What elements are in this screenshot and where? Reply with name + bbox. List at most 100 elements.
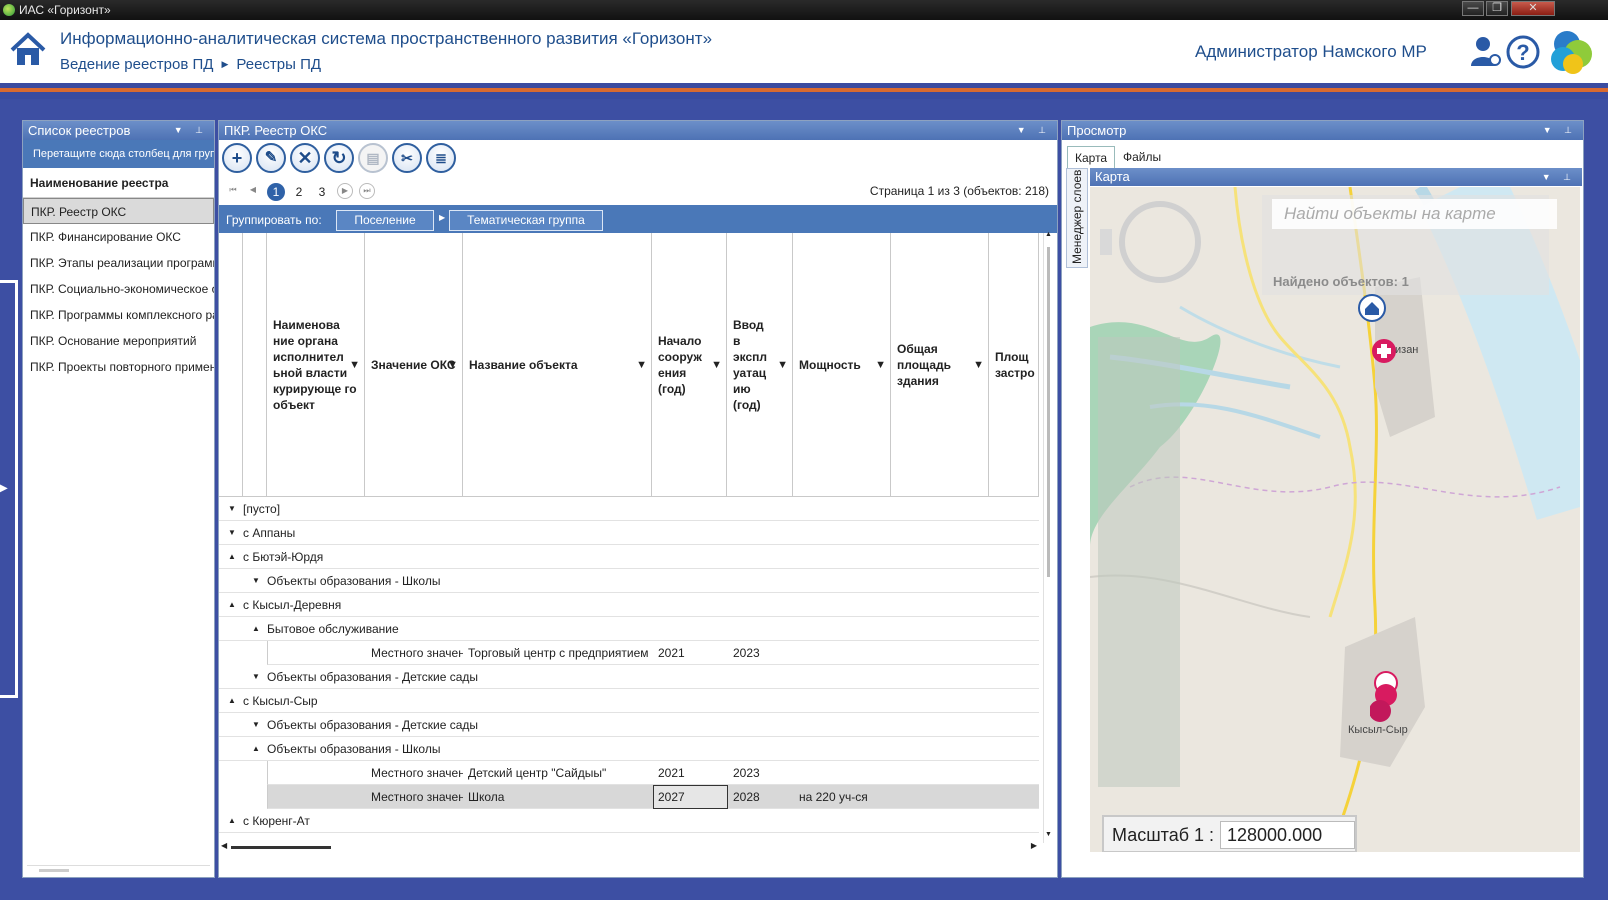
panel-pin-icon[interactable]: ▼ ⊥ <box>174 121 208 140</box>
table-row-selected[interactable]: Местного значения Школа 2027 2028 на 220… <box>267 785 1039 809</box>
map-canvas[interactable]: Найти объекты на карте Найдено объектов:… <box>1090 187 1580 852</box>
found-objects-count: Найдено объектов: 1 <box>1273 274 1409 289</box>
group-row[interactable]: ▲ с Кюренг-Ат <box>219 809 1039 833</box>
table-row[interactable]: Местного значения Детский центр "Сайдыы"… <box>267 761 1039 785</box>
edit-button[interactable]: ✎ <box>256 143 286 173</box>
page-3-button[interactable]: 3 <box>313 183 331 201</box>
map-search-input[interactable]: Найти объекты на карте <box>1272 199 1557 229</box>
refresh-button[interactable]: ↻ <box>324 143 354 173</box>
panel-pin-icon[interactable]: ▼ ⊥ <box>1542 168 1576 186</box>
filter-icon[interactable]: ▼ <box>875 357 886 373</box>
collapse-toggle-icon[interactable]: ▲ <box>252 617 260 641</box>
close-window-button[interactable]: ✕ <box>1511 1 1555 16</box>
registry-name-column-header[interactable]: Наименование реестра <box>23 168 214 198</box>
cut-button[interactable]: ✂ <box>392 143 422 173</box>
collapse-toggle-icon[interactable]: ▲ <box>228 545 236 569</box>
scale-label: Масштаб 1 : <box>1112 825 1215 845</box>
page-2-button[interactable]: 2 <box>290 183 308 201</box>
filter-icon[interactable]: ▼ <box>711 357 722 373</box>
column-header-commission-year[interactable]: Ввод в экспл уатац ию (год) ▼ <box>727 233 793 497</box>
collapse-toggle-icon[interactable]: ▲ <box>228 809 236 833</box>
collapse-toggle-icon[interactable]: ▼ <box>252 569 260 593</box>
maximize-button[interactable]: ❐ <box>1486 1 1508 16</box>
layer-manager-tab[interactable]: Менеджер слоев <box>1066 168 1088 268</box>
column-header-total-area[interactable]: Общая площадь здания ▼ <box>891 233 989 497</box>
collapse-toggle-icon[interactable]: ▲ <box>252 737 260 761</box>
scale-input[interactable]: 128000.000 <box>1220 821 1355 849</box>
school-marker-icon[interactable] <box>1357 293 1387 323</box>
panel-pin-icon[interactable]: ▼ ⊥ <box>1543 121 1577 140</box>
registry-item[interactable]: ПКР. Финансирование ОКС <box>23 224 214 250</box>
registry-item[interactable]: ПКР. Проекты повторного применения <box>23 354 214 380</box>
filter-icon[interactable]: ▼ <box>447 357 458 373</box>
tab-files[interactable]: Файлы <box>1116 146 1168 168</box>
registry-item[interactable]: ПКР. Основание мероприятий <box>23 328 214 354</box>
collapse-toggle-icon[interactable]: ▼ <box>252 665 260 689</box>
next-page-icon[interactable]: ▶ <box>337 183 353 199</box>
education-marker-icon[interactable] <box>1370 671 1400 725</box>
prev-page-icon[interactable]: ◀ <box>245 183 261 199</box>
header-stripe <box>0 83 1608 99</box>
window-title: ИАС «Горизонт» <box>19 3 111 17</box>
group-row[interactable]: ▲ с Кысыл-Деревня <box>219 593 1039 617</box>
column-header-object-name[interactable]: Название объекта ▼ <box>463 233 652 497</box>
breadcrumb-item-registries[interactable]: Ведение реестров ПД <box>60 56 213 73</box>
group-row[interactable]: ▲ с Бютэй-Юрдя <box>219 545 1039 569</box>
column-header-authority[interactable]: Наименова ние органа исполнител ьной вла… <box>267 233 365 497</box>
registry-item[interactable]: ПКР. Этапы реализации программ <box>23 250 214 276</box>
registry-item[interactable]: ПКР. Программы комплексного развития <box>23 302 214 328</box>
group-indent-column <box>243 233 267 497</box>
subgroup-row[interactable]: ▼ Объекты образования - Детские сады <box>219 665 1039 689</box>
group-chip-theme[interactable]: Тематическая группа <box>449 210 603 231</box>
registry-item[interactable]: ПКР. Реестр ОКС <box>23 198 214 224</box>
column-header-capacity[interactable]: Мощность ▼ <box>793 233 891 497</box>
expand-arrow-icon[interactable]: ▶ <box>0 479 8 496</box>
help-icon[interactable]: ? <box>1505 34 1541 70</box>
group-chip-settlement[interactable]: Поселение <box>336 210 434 231</box>
cell-object-name: Детский центр "Сайдыы" <box>468 766 607 780</box>
column-header-start-year[interactable]: Начало сооруж ения (год) ▼ <box>652 233 727 497</box>
registry-item[interactable]: ПКР. Социально-экономическое обоснование <box>23 276 214 302</box>
subgroup-row[interactable]: ▲ Объекты образования - Школы <box>219 737 1039 761</box>
column-header-oks-value[interactable]: Значение ОКС ▼ <box>365 233 463 497</box>
filter-icon[interactable]: ▼ <box>349 357 360 373</box>
minimize-button[interactable]: — <box>1462 1 1484 16</box>
table-row[interactable]: Местного значения Торговый центр с предп… <box>267 641 1039 665</box>
group-row[interactable]: ▼ с Аппаны <box>219 521 1039 545</box>
group-row[interactable]: ▼ [пусто] <box>219 497 1039 521</box>
vertical-scrollbar[interactable]: ▲ ▼ <box>1043 231 1053 843</box>
tab-map[interactable]: Карта <box>1067 146 1116 168</box>
home-icon[interactable] <box>10 32 46 68</box>
add-button[interactable]: + <box>222 143 252 173</box>
collapse-toggle-icon[interactable]: ▲ <box>228 593 236 617</box>
collapse-toggle-icon[interactable]: ▼ <box>228 497 236 521</box>
last-page-icon[interactable]: ⏭ <box>359 183 375 199</box>
collapsed-side-panel[interactable]: ▶ <box>0 280 18 698</box>
filter-icon[interactable]: ▼ <box>636 357 647 373</box>
print-button[interactable]: ▤ <box>358 143 388 173</box>
horizontal-scrollbar[interactable]: ◀ ▶ <box>219 841 1039 853</box>
collapse-toggle-icon[interactable]: ▼ <box>252 713 260 737</box>
horizontal-scrollbar[interactable] <box>27 865 210 873</box>
page-1-button[interactable]: 1 <box>267 183 285 201</box>
user-icon[interactable] <box>1468 34 1502 68</box>
panel-pin-icon[interactable]: ▼ ⊥ <box>1017 121 1051 140</box>
group-row[interactable]: ▲ с Кысыл-Сыр <box>219 689 1039 713</box>
hospital-marker-icon[interactable] <box>1370 337 1398 365</box>
cell-start-year[interactable]: 2027 <box>653 785 728 809</box>
filter-icon[interactable]: ▼ <box>973 357 984 373</box>
report-button[interactable]: ≣ <box>426 143 456 173</box>
collapse-toggle-icon[interactable]: ▲ <box>228 689 236 713</box>
subgroup-row[interactable]: ▼ Объекты образования - Детские сады <box>219 713 1039 737</box>
breadcrumb-item-current[interactable]: Реестры ПД <box>236 56 321 73</box>
group-drop-hint[interactable]: Перетащите сюда столбец для группировки <box>23 140 214 168</box>
delete-button[interactable]: ✕ <box>290 143 320 173</box>
subgroup-row[interactable]: ▲ Бытовое обслуживание <box>219 617 1039 641</box>
group-label: с Кысыл-Сыр <box>243 694 318 708</box>
subgroup-row[interactable]: ▼ Объекты образования - Школы <box>219 569 1039 593</box>
filter-icon[interactable]: ▼ <box>777 357 788 373</box>
registry-grid-title: ПКР. Реестр ОКС <box>224 123 328 138</box>
column-header-built-area[interactable]: Площ застро <box>989 233 1039 497</box>
first-page-icon[interactable]: ⏮ <box>225 183 241 199</box>
collapse-toggle-icon[interactable]: ▼ <box>228 521 236 545</box>
